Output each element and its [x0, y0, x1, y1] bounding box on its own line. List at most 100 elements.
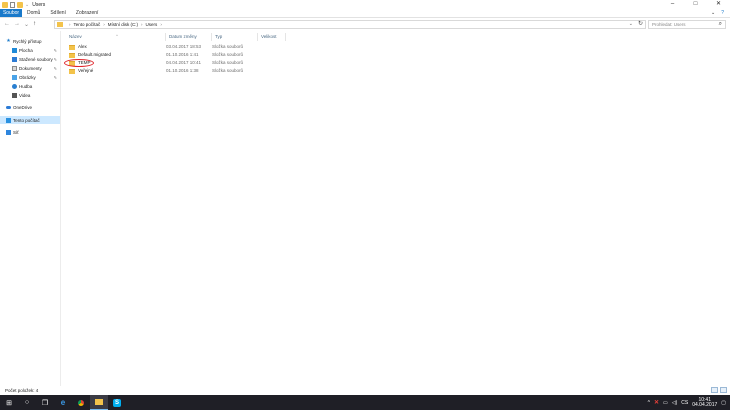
taskbar-skype[interactable]: S — [108, 395, 126, 410]
sidebar-item-documents[interactable]: Dokumenty ✎ — [0, 64, 60, 72]
file-type: Složka souborů — [212, 60, 244, 65]
pin-icon: ✎ — [53, 47, 57, 53]
sidebar-item-downloads[interactable]: Stažené soubory ✎ — [0, 55, 60, 63]
breadcrumb-this-pc[interactable]: Tento počítač — [74, 22, 101, 27]
recent-dropdown-icon[interactable]: ⌄ — [24, 21, 29, 28]
search-input[interactable] — [652, 22, 712, 27]
clock[interactable]: 10:41 04.04.2017 — [692, 397, 717, 408]
windows-icon: ⊞ — [6, 399, 12, 407]
file-date: 01.10.2016 1:38 — [166, 68, 199, 73]
column-label: Datum změny — [169, 34, 197, 39]
start-button[interactable]: ⊞ — [0, 395, 18, 410]
table-row[interactable]: Veřejné 01.10.2016 1:38 Složka souborů — [66, 67, 726, 75]
file-name: Veřejné — [78, 68, 94, 73]
navigation-bar: ← → ⌄ ↑ › Tento počítač › Místní disk (C… — [0, 19, 730, 30]
sidebar-item-label: Videa — [19, 92, 31, 98]
star-icon: ★ — [6, 37, 11, 44]
sidebar-item-music[interactable]: Hudba — [0, 82, 60, 90]
up-icon[interactable]: ↑ — [33, 21, 36, 28]
pin-icon: ✎ — [53, 74, 57, 80]
taskbar-chrome[interactable] — [72, 395, 90, 410]
sidebar-item-label: OneDrive — [13, 104, 33, 110]
tab-view[interactable]: Zobrazení — [71, 9, 104, 17]
red-annotation-circle — [64, 59, 94, 67]
sidebar-item-pictures[interactable]: Obrázky ✎ — [0, 73, 60, 81]
navigation-pane: ★ Rychlý přístup Plocha ✎ Stažené soubor… — [0, 31, 61, 386]
sidebar-item-network[interactable]: Síť — [0, 128, 60, 136]
ribbon-tabs: Soubor Domů Sdílení Zobrazení ⌄ ? — [0, 9, 730, 18]
network-icon[interactable]: ▭ — [663, 400, 668, 406]
sidebar-item-label: Hudba — [19, 83, 33, 89]
file-list: Název ^ Datum změny Typ Velikost Alex 03… — [62, 31, 730, 386]
folder-icon — [69, 68, 75, 74]
notifications-icon[interactable]: ▢ — [721, 400, 726, 406]
column-header-date[interactable]: Datum změny — [166, 33, 212, 41]
sidebar-item-this-pc[interactable]: Tento počítač — [0, 116, 60, 124]
chevron-up-icon[interactable]: ^ — [648, 400, 650, 406]
file-date: 03.04.2017 18:53 — [166, 44, 202, 49]
breadcrumb-local-disk[interactable]: Místní disk (C:) — [108, 22, 138, 27]
volume-icon[interactable]: ◁) — [672, 400, 678, 406]
view-switcher — [711, 387, 727, 393]
file-name: Default.migrated — [78, 52, 112, 57]
sort-up-icon: ^ — [116, 33, 118, 38]
minimize-button[interactable]: – — [661, 0, 684, 9]
sidebar-item-quick-access[interactable]: ★ Rychlý přístup — [0, 37, 60, 45]
search-button[interactable]: ○ — [18, 395, 36, 410]
details-view-icon[interactable] — [711, 387, 718, 393]
properties-icon[interactable] — [10, 1, 15, 8]
network-icon — [6, 129, 11, 135]
sidebar-item-onedrive[interactable]: OneDrive — [0, 103, 60, 111]
tab-file[interactable]: Soubor — [0, 9, 22, 17]
sidebar-item-videos[interactable]: Videa — [0, 91, 60, 99]
title-bar: ⌄ Users – □ ✕ — [0, 0, 730, 9]
quick-access-toolbar: ⌄ — [0, 1, 29, 8]
back-icon[interactable]: ← — [4, 21, 10, 28]
large-icons-view-icon[interactable] — [720, 387, 727, 393]
status-bar: Počet položek: 4 — [0, 386, 730, 395]
address-bar[interactable]: › Tento počítač › Místní disk (C:) › Use… — [54, 20, 646, 29]
refresh-icon[interactable]: ↻ — [638, 21, 643, 28]
file-explorer-icon — [95, 399, 103, 405]
task-view-button[interactable]: ❐ — [36, 395, 54, 410]
column-header-name[interactable]: Název ^ — [66, 33, 166, 41]
chevron-down-icon[interactable]: ⌄ — [629, 21, 633, 28]
onedrive-icon — [6, 105, 11, 109]
forward-icon[interactable]: → — [14, 21, 20, 28]
language-indicator[interactable]: CS — [681, 400, 688, 406]
sidebar-item-desktop[interactable]: Plocha ✎ — [0, 46, 60, 54]
table-row[interactable]: Alex 03.04.2017 18:53 Složka souborů — [66, 43, 726, 51]
new-folder-icon[interactable] — [17, 1, 23, 8]
column-label: Název — [69, 34, 82, 39]
qa-dropdown-icon[interactable]: ⌄ — [25, 2, 29, 8]
search-icon: ○ — [24, 399, 30, 406]
maximize-button[interactable]: □ — [684, 0, 707, 9]
antivirus-icon[interactable]: ✕ — [654, 399, 659, 406]
tab-share[interactable]: Sdílení — [45, 9, 71, 17]
system-tray: ^ ✕ ▭ ◁) CS 10:41 04.04.2017 ▢ — [648, 395, 730, 410]
sidebar-item-label: Tento počítač — [13, 117, 40, 123]
table-row[interactable]: TEMP 04.04.2017 10:41 Složka souborů — [66, 59, 726, 67]
file-type: Složka souborů — [212, 44, 244, 49]
pin-icon: ✎ — [53, 56, 57, 62]
help-icon[interactable]: ? — [721, 10, 724, 16]
search-box[interactable]: ⌕ — [648, 20, 726, 29]
close-button[interactable]: ✕ — [707, 0, 730, 9]
file-date: 04.04.2017 10:41 — [166, 60, 202, 65]
column-header-type[interactable]: Typ — [212, 33, 258, 41]
expand-ribbon-icon[interactable]: ⌄ — [711, 10, 715, 16]
taskbar-edge[interactable]: e — [54, 395, 72, 410]
table-row[interactable]: Default.migrated 01.10.2016 1:41 Složka … — [66, 51, 726, 59]
taskbar-file-explorer[interactable] — [90, 395, 108, 410]
desktop-icon — [12, 47, 17, 53]
tab-home[interactable]: Domů — [22, 9, 45, 17]
chevron-right-icon[interactable]: › — [69, 22, 71, 27]
breadcrumb-users[interactable]: Users — [146, 22, 158, 27]
chevron-right-icon[interactable]: › — [160, 22, 162, 27]
chevron-right-icon[interactable]: › — [141, 22, 143, 27]
search-icon[interactable]: ⌕ — [719, 21, 722, 28]
documents-icon — [12, 65, 17, 71]
file-type: Složka souborů — [212, 52, 244, 57]
chevron-right-icon[interactable]: › — [103, 22, 105, 27]
column-header-size[interactable]: Velikost — [258, 33, 286, 41]
